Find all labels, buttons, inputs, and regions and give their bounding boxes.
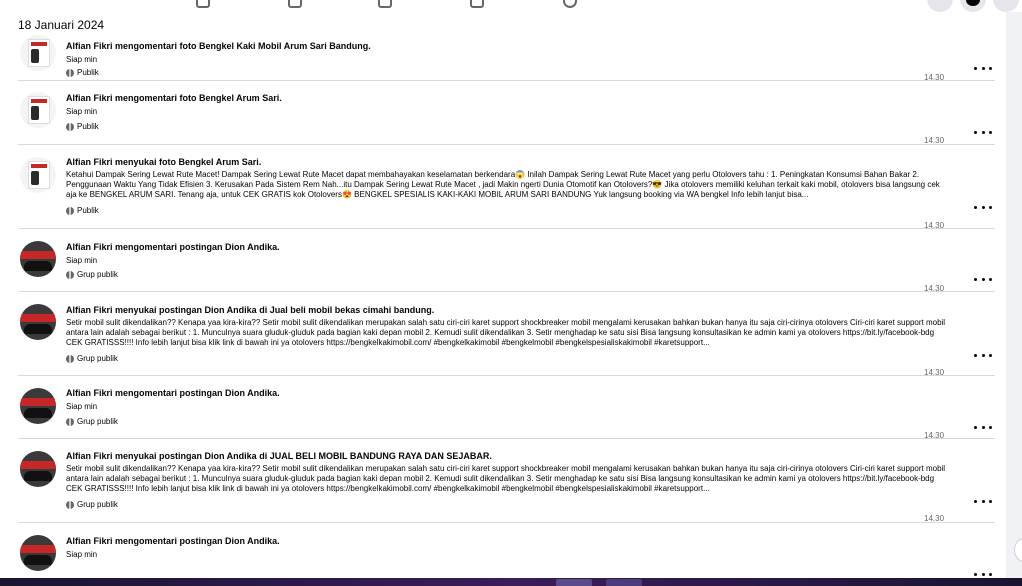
profile-banner (20, 314, 56, 322)
car-image (24, 555, 52, 565)
audience-text: Publik (77, 68, 99, 77)
notifications-icon[interactable] (993, 0, 1019, 12)
profile-banner (20, 251, 56, 259)
groups-icon[interactable] (470, 0, 484, 8)
globe-icon (66, 270, 74, 279)
activity-time[interactable]: 14.30 (924, 514, 944, 523)
activity-title[interactable]: Alfian Fikri mengomentari foto Bengkel A… (66, 93, 282, 103)
activity-title[interactable]: Alfian Fikri mengomentari postingan Dion… (66, 388, 280, 398)
globe-icon (66, 68, 74, 77)
audience-text: Publik (77, 206, 99, 215)
audience-text: Grup publik (77, 354, 118, 363)
activity-item: Alfian Fikri menyukai postingan Dion And… (18, 439, 995, 523)
activity-time[interactable]: 14.30 (924, 136, 944, 145)
page-thumbnail (28, 96, 50, 124)
activity-title[interactable]: Alfian Fikri menyukai postingan Dion And… (66, 451, 492, 461)
audience-text: Publik (77, 122, 99, 131)
scrollbar-track[interactable] (1006, 12, 1022, 586)
comment-text: Siap min (66, 550, 98, 559)
taskbar-app[interactable] (556, 579, 592, 586)
car-image (24, 324, 52, 334)
profile-banner (20, 545, 56, 553)
page-thumbnail (28, 39, 50, 67)
activity-item: Alfian Fikri mengomentari foto Bengkel K… (18, 25, 995, 82)
audience-label: Grup publik (66, 417, 118, 426)
more-options-icon[interactable] (974, 62, 992, 74)
more-options-icon[interactable] (974, 495, 992, 507)
activity-item: Alfian Fikri mengomentari foto Bengkel A… (18, 81, 995, 145)
activity-item: Alfian Fikri mengomentari postingan Dion… (18, 229, 995, 293)
page-thumbnail (28, 161, 50, 189)
profile-banner (20, 398, 56, 406)
globe-icon (66, 354, 74, 363)
audience-text: Grup publik (77, 500, 118, 509)
car-image (24, 471, 52, 481)
messenger-icon[interactable] (960, 0, 986, 12)
avatar[interactable] (20, 35, 56, 71)
car-image (24, 261, 52, 271)
activity-title[interactable]: Alfian Fikri menyukai foto Bengkel Arum … (66, 157, 261, 167)
activity-item: Alfian Fikri mengomentari postingan Dion… (18, 523, 995, 586)
more-options-icon[interactable] (974, 421, 992, 433)
audience-label: Publik (66, 206, 99, 215)
more-options-icon[interactable] (974, 201, 992, 213)
comment-text: Siap min (66, 256, 98, 265)
avatar[interactable] (20, 92, 56, 128)
audience-label: Publik (66, 122, 99, 131)
activity-item: Alfian Fikri mengomentari postingan Dion… (18, 376, 995, 440)
avatar[interactable] (20, 304, 56, 340)
comment-text: Siap min (66, 55, 98, 64)
activity-excerpt: Setir mobil sulit dikendalikan?? Kenapa … (66, 318, 946, 347)
profile-banner (20, 461, 56, 469)
comment-text: Siap min (66, 402, 98, 411)
globe-icon (66, 500, 74, 509)
activity-title[interactable]: Alfian Fikri mengomentari postingan Dion… (66, 536, 280, 546)
audience-text: Grup publik (77, 417, 118, 426)
activity-excerpt: Ketahui Dampak Sering Lewat Rute Macet! … (66, 170, 940, 199)
activity-title[interactable]: Alfian Fikri mengomentari foto Bengkel K… (66, 41, 371, 51)
activity-title[interactable]: Alfian Fikri menyukai postingan Dion And… (66, 305, 434, 315)
avatar[interactable] (20, 535, 56, 571)
globe-icon (66, 417, 74, 426)
car-image (24, 408, 52, 418)
audience-text: Grup publik (77, 270, 118, 279)
activity-log-panel: 18 Januari 2024 Alfian Fikri mengomentar… (0, 12, 1006, 586)
taskbar-app[interactable] (606, 579, 642, 586)
audience-label: Grup publik (66, 354, 118, 363)
audience-label: Grup publik (66, 270, 118, 279)
avatar[interactable] (20, 388, 56, 424)
os-taskbar (0, 578, 1022, 586)
audience-label: Grup publik (66, 500, 118, 509)
audience-label: Publik (66, 68, 99, 77)
activity-excerpt: Setir mobil sulit dikendalikan?? Kenapa … (66, 464, 946, 493)
globe-icon (66, 206, 74, 215)
home-icon[interactable] (196, 0, 210, 8)
activity-title[interactable]: Alfian Fikri mengomentari postingan Dion… (66, 242, 280, 252)
more-options-icon[interactable] (974, 273, 992, 285)
gaming-icon[interactable] (563, 0, 577, 8)
more-options-icon[interactable] (974, 126, 992, 138)
video-icon[interactable] (288, 0, 302, 8)
activity-item: Alfian Fikri menyukai foto Bengkel Arum … (18, 145, 995, 230)
avatar[interactable] (20, 157, 56, 193)
avatar[interactable] (20, 451, 56, 487)
activity-item: Alfian Fikri menyukai postingan Dion And… (18, 292, 995, 377)
avatar[interactable] (20, 241, 56, 277)
comment-text: Siap min (66, 107, 98, 116)
globe-icon (66, 122, 74, 131)
menu-icon[interactable] (927, 0, 953, 12)
more-options-icon[interactable] (974, 349, 992, 361)
top-navigation-bar (0, 0, 1022, 12)
marketplace-icon[interactable] (378, 0, 392, 8)
